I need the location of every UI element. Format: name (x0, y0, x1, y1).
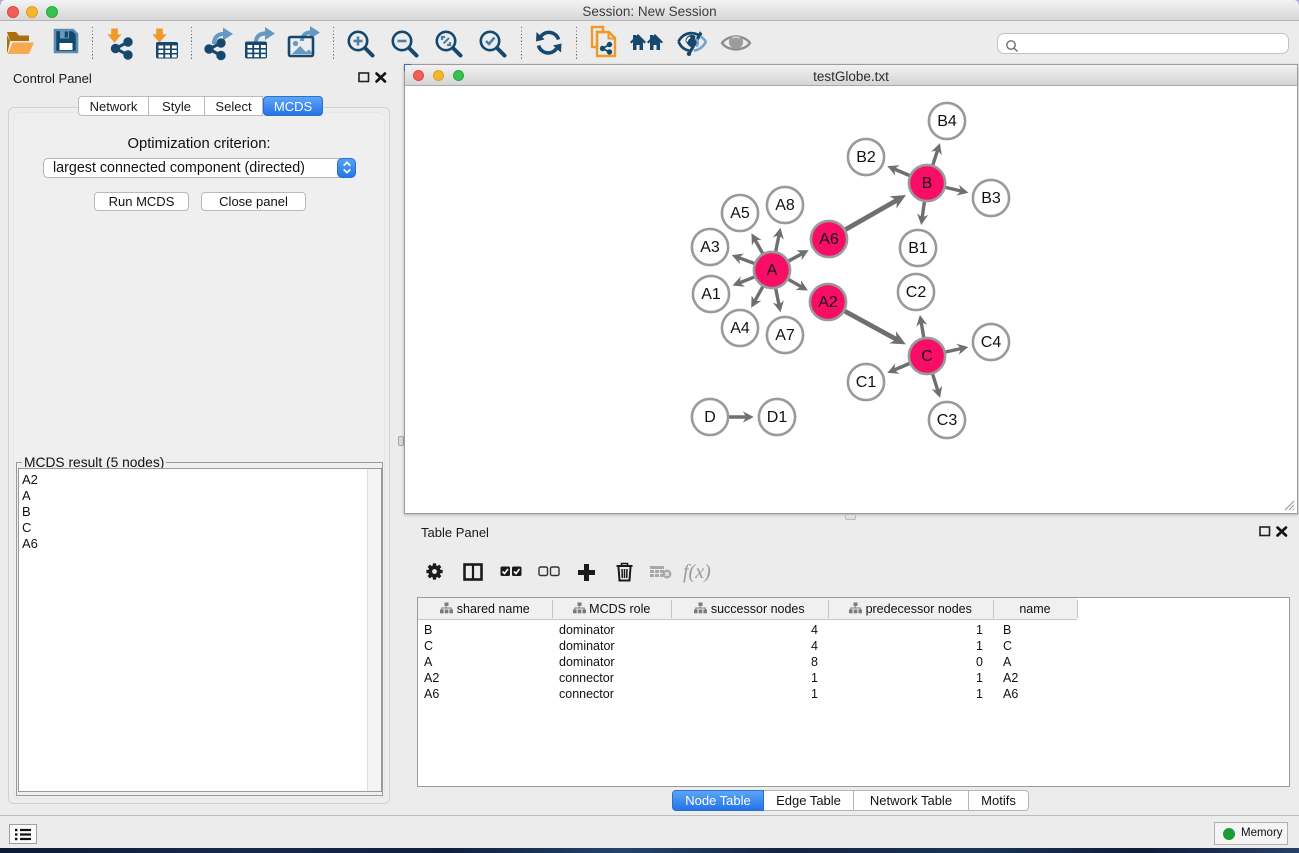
svg-text:C1: C1 (856, 374, 877, 391)
svg-text:A: A (767, 262, 778, 279)
svg-text:C2: C2 (906, 284, 927, 301)
svg-text:D1: D1 (767, 409, 788, 426)
svg-text:B2: B2 (856, 149, 876, 166)
svg-text:B4: B4 (937, 113, 957, 130)
svg-text:A6: A6 (819, 231, 839, 248)
svg-text:B3: B3 (981, 190, 1001, 207)
svg-text:A5: A5 (730, 205, 750, 222)
svg-text:C3: C3 (937, 412, 958, 429)
svg-text:B1: B1 (908, 240, 928, 257)
svg-text:A1: A1 (701, 286, 721, 303)
svg-text:B: B (922, 175, 933, 192)
svg-text:D: D (704, 409, 716, 426)
svg-text:A4: A4 (730, 320, 750, 337)
svg-text:A8: A8 (775, 197, 795, 214)
svg-text:A3: A3 (700, 239, 720, 256)
svg-text:C: C (921, 348, 933, 365)
svg-text:C4: C4 (981, 334, 1002, 351)
svg-text:A2: A2 (818, 294, 838, 311)
svg-text:A7: A7 (775, 327, 795, 344)
